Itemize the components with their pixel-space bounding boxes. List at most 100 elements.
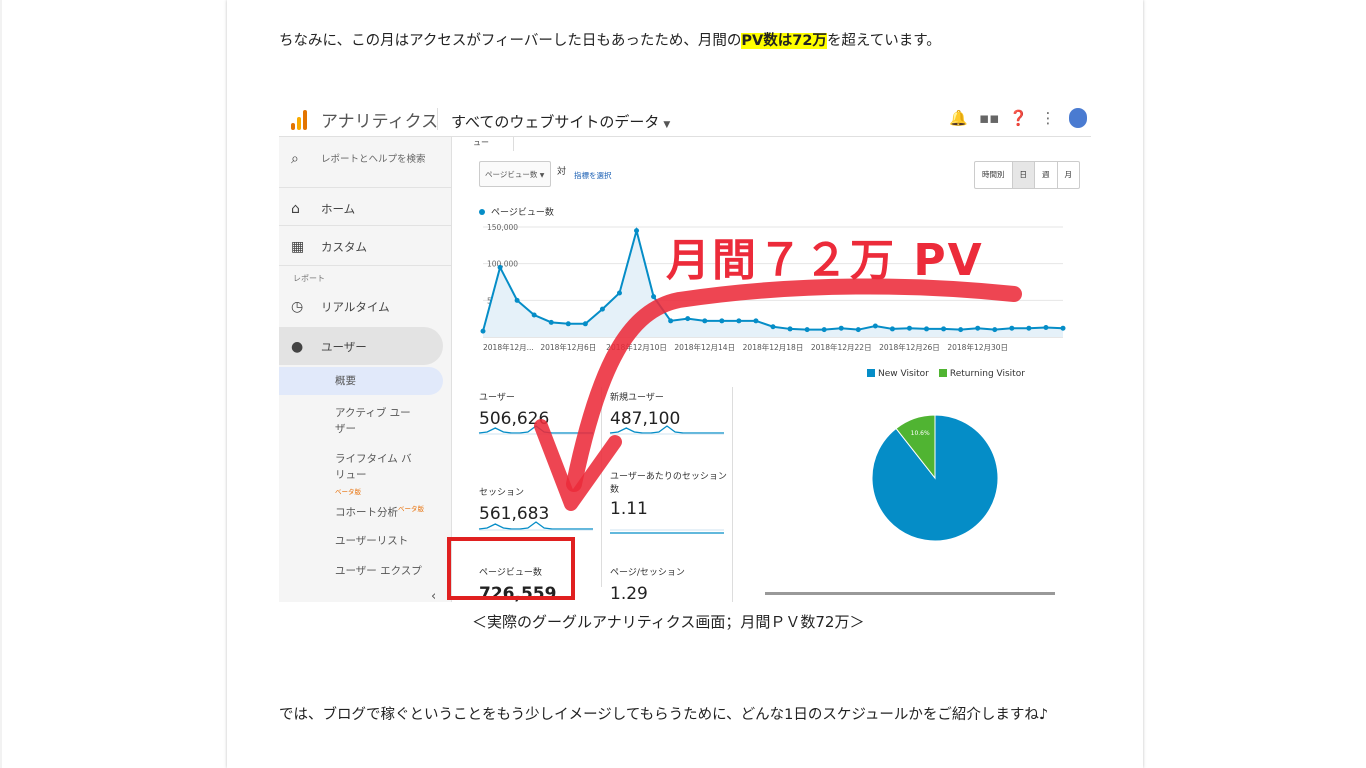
pie-slice-label: 10.6% [911, 430, 930, 437]
range-toggle: 時間別 日 週 月 [974, 161, 1080, 189]
data-point [480, 328, 486, 334]
legend-new-visitor: New Visitor [867, 369, 929, 379]
metric-pages-per-session: ページ/セッション 1.29 [610, 565, 685, 602]
dropdown-value: ページビュー数 [485, 170, 538, 179]
section-label: レポート [293, 274, 325, 283]
metric-label: セッション [479, 488, 525, 498]
paragraph-intro: ちなみに、この月はアクセスがフィーバーした日もあったため、月間のPV数は72万を… [279, 26, 941, 56]
report-main: ュー ページビュー数 ▼ 対 指標を選択 時間別 日 週 月 ページビュー数 1… [465, 137, 1091, 602]
pie-slice [871, 414, 999, 542]
data-point [787, 326, 793, 332]
sidebar-sub-user-list[interactable]: ユーザーリスト [335, 533, 435, 549]
range-hourly[interactable]: 時間別 [975, 162, 1012, 188]
divider [601, 387, 602, 587]
y-tick-label: 100,000 [487, 260, 518, 269]
apps-icon[interactable]: ▪▪ [979, 109, 999, 127]
dashboard-icon: ▦ [291, 239, 305, 255]
metric-users: ユーザー 506,626 [479, 390, 549, 429]
beta-badge: ベータ版 [398, 505, 424, 513]
data-point [634, 228, 640, 234]
data-point [668, 318, 674, 324]
data-point [616, 290, 622, 296]
avatar[interactable] [1069, 108, 1087, 128]
metric-sessions: セッション 561,683 [479, 485, 549, 524]
caret-down-icon: ▼ [539, 172, 545, 179]
x-tick-label: 2018年12月10日 [606, 342, 667, 352]
sidebar-sub-lifetime-value[interactable]: ライフタイム バリュー ベータ版 [335, 451, 415, 500]
metric-dropdown[interactable]: ページビュー数 ▼ [479, 161, 551, 187]
article-body: ちなみに、この月はアクセスがフィーバーした日もあったため、月間のPV数は72万を… [227, 0, 1143, 768]
legend-swatch [867, 369, 875, 377]
metric-label: ユーザー [479, 393, 515, 403]
sidebar-item-label: ホーム [321, 202, 356, 216]
image-caption: ＜実際のグーグルアナリティクス画面；月間ＰＶ数72万＞ [472, 613, 865, 631]
x-tick-label: 2018年12月14日 [674, 342, 735, 352]
more-icon[interactable]: ⋮ [1039, 109, 1057, 127]
x-tick-label: 2018年12月6日 [540, 342, 596, 352]
bell-icon[interactable]: 🔔 [949, 109, 968, 127]
home-icon: ⌂ [291, 201, 300, 217]
data-point [582, 321, 588, 327]
search-label: レポートとヘルプを検索 [321, 154, 426, 165]
data-point [1043, 324, 1049, 330]
divider [279, 225, 451, 226]
data-point [906, 325, 912, 331]
intro-text-end: を超えています。 [826, 33, 941, 49]
clock-icon: ◷ [291, 299, 304, 315]
range-week[interactable]: 週 [1034, 162, 1057, 188]
metric-value: 506,626 [479, 409, 550, 429]
annotation-text: 月間７２万 PV [666, 235, 984, 286]
data-point [651, 294, 657, 300]
data-point [514, 297, 520, 303]
data-point [770, 324, 776, 330]
sidebar-sub-user-explorer[interactable]: ユーザー エクスプ [335, 563, 435, 579]
x-tick-label: 2018年12月... [483, 342, 534, 352]
data-point [924, 326, 930, 332]
data-point [889, 326, 895, 332]
data-point [872, 323, 878, 329]
x-tick-label: 2018年12月18日 [743, 342, 804, 352]
metric-value: 561,683 [479, 504, 550, 524]
select-metric-link[interactable]: 指標を選択 [574, 170, 612, 181]
metric-value: 1.29 [610, 584, 648, 602]
property-name: すべてのウェブサイトのデータ [451, 113, 660, 131]
legend-label: New Visitor [878, 369, 929, 379]
beta-badge: ベータ版 [335, 488, 361, 496]
divider [437, 108, 438, 130]
range-day[interactable]: 日 [1011, 162, 1034, 188]
person-icon: ● [291, 339, 304, 355]
range-month[interactable]: 月 [1056, 162, 1080, 188]
metric-sessions-per-user: ユーザーあたりのセッション数 1.11 [610, 471, 730, 519]
tab-overview[interactable]: ュー [465, 137, 514, 151]
data-point [941, 326, 947, 332]
sidebar-sub-cohort[interactable]: コホート分析ベータ版 [335, 501, 435, 521]
data-point [736, 318, 742, 324]
sidebar-sub-active-users[interactable]: アクティブ ユーザー [335, 405, 415, 437]
intro-text: ちなみに、この月はアクセスがフィーバーした日もあったため、月間の [279, 33, 742, 49]
y-tick-label: 150,000 [487, 223, 518, 232]
data-point [975, 325, 981, 331]
analytics-logo-icon [291, 110, 307, 130]
sidebar-item-label: ユーザー [321, 340, 367, 354]
property-selector[interactable]: すべてのウェブサイトのデータ ▼ [451, 111, 670, 132]
cohort-label: コホート分析 [335, 506, 398, 519]
analytics-topbar: アナリティクス すべてのウェブサイトのデータ ▼ 🔔 ▪▪ ❓ ⋮ [279, 104, 1091, 137]
collapse-icon[interactable]: ‹ [431, 589, 436, 602]
data-point [753, 318, 759, 324]
analytics-screenshot: アナリティクス すべてのウェブサイトのデータ ▼ 🔔 ▪▪ ❓ ⋮ ⌕ レポートとヘ… [279, 104, 1091, 602]
caret-down-icon: ▼ [663, 120, 671, 130]
x-tick-label: 2018年12月30日 [947, 342, 1008, 352]
data-point [599, 306, 605, 312]
help-icon[interactable]: ❓ [1009, 109, 1028, 127]
pie-slice-label: 89.4% [950, 551, 969, 558]
scrollbar[interactable] [765, 592, 1055, 595]
divider [279, 187, 451, 188]
page-edge [0, 0, 2, 768]
metric-new-users: 新規ユーザー 487,100 [610, 390, 680, 429]
legend-label: Returning Visitor [949, 369, 1025, 379]
sidebar-sub-overview[interactable]: 概要 [335, 373, 435, 389]
metric-value: 1.11 [610, 499, 648, 519]
metric-label: 新規ユーザー [610, 393, 664, 403]
data-point [838, 325, 844, 331]
vs-label: 対 [557, 167, 567, 177]
